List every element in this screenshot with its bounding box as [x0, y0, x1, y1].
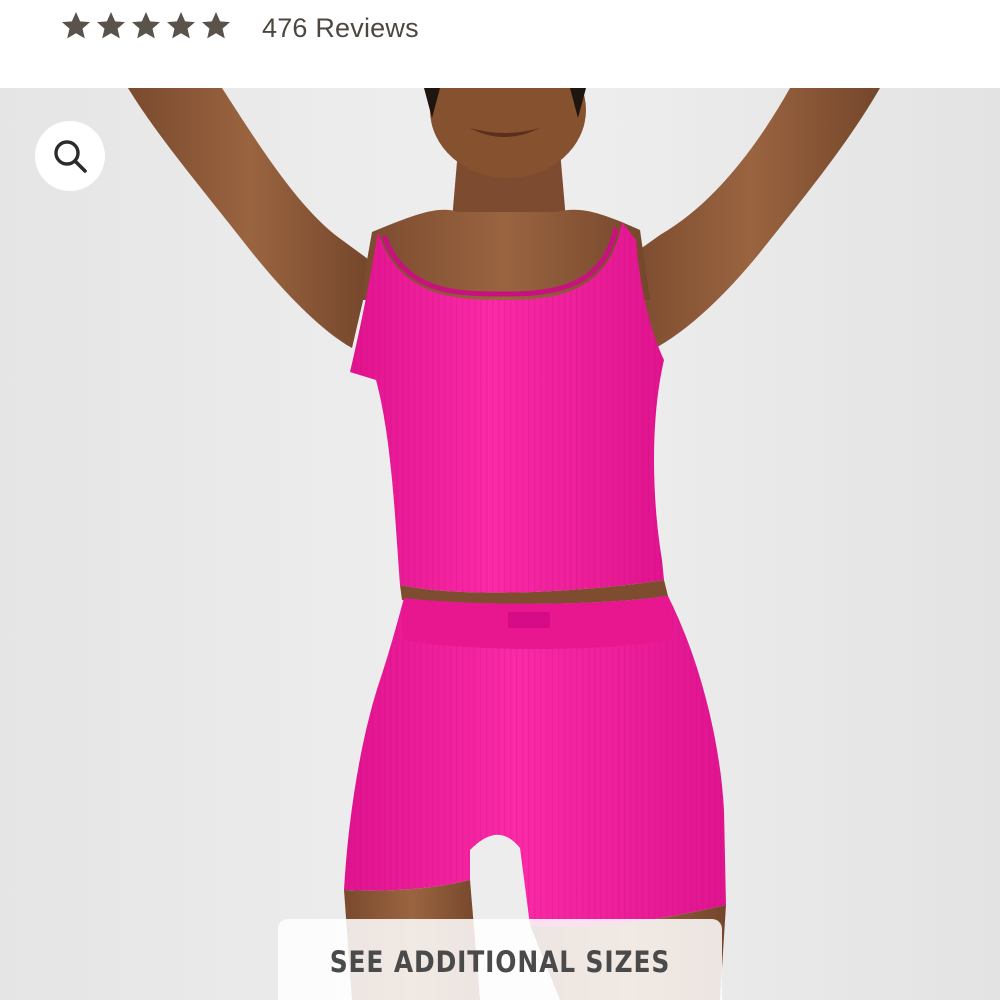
star-icon: [202, 12, 230, 39]
zoom-button[interactable]: [35, 121, 105, 191]
search-icon: [54, 140, 87, 173]
product-photo-illustration: [128, 88, 880, 1000]
see-additional-sizes-label: SEE ADDITIONAL SIZES: [329, 945, 671, 979]
star-rating[interactable]: [60, 10, 232, 46]
product-image[interactable]: [0, 88, 1000, 1000]
star-icon: [167, 12, 195, 39]
star-icon: [97, 12, 125, 39]
product-page: 476 Reviews SEE ADDITIONAL SIZES: [0, 0, 1000, 1000]
star-icon: [132, 12, 160, 39]
reviews-count-link[interactable]: 476 Reviews: [262, 10, 419, 46]
rating-bar: 476 Reviews: [0, 0, 1000, 86]
see-additional-sizes-button[interactable]: SEE ADDITIONAL SIZES: [278, 919, 722, 1000]
star-icon: [62, 12, 90, 39]
